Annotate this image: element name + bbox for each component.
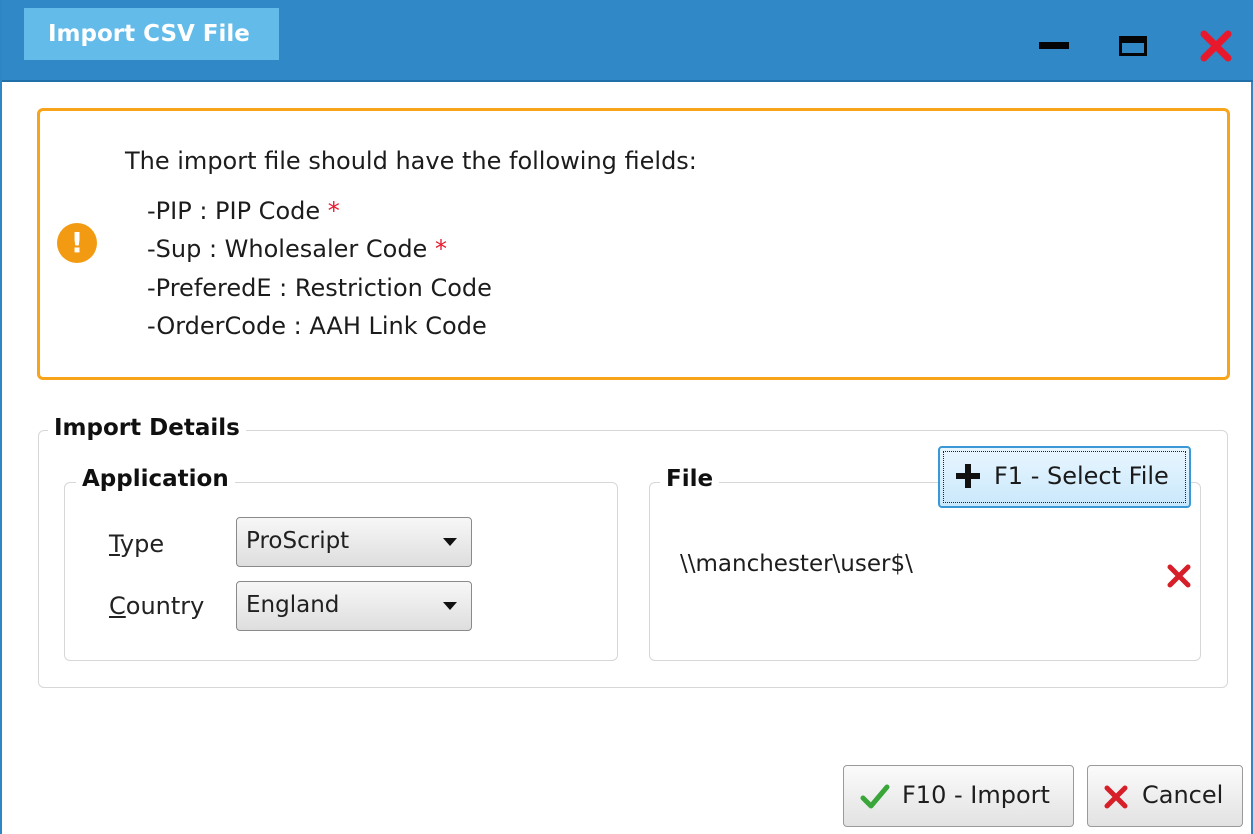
chevron-down-icon — [443, 602, 457, 610]
exclamation-icon: ! — [57, 223, 97, 263]
minimize-button[interactable] — [1037, 28, 1073, 64]
import-button[interactable]: F10 - Import — [843, 765, 1074, 827]
file-legend: File — [660, 466, 720, 492]
type-label-mnemonic: T — [109, 530, 120, 558]
required-mark: * — [327, 197, 340, 225]
field-item-preferede: -PreferedE : Restriction Code — [147, 274, 492, 302]
type-select-value: ProScript — [246, 528, 350, 554]
type-label-rest: ype — [119, 530, 165, 558]
requirements-heading: The import file should have the followin… — [125, 147, 697, 175]
close-icon — [1200, 30, 1232, 62]
field-text: -Sup : Wholesaler Code — [147, 235, 428, 263]
required-mark: * — [434, 235, 447, 263]
chevron-down-icon — [443, 538, 457, 546]
field-text: -OrderCode : AAH Link Code — [147, 312, 487, 340]
application-legend: Application — [76, 466, 235, 492]
import-csv-dialog: Import CSV File ! The import file should… — [0, 0, 1253, 834]
field-text: -PIP : PIP Code — [147, 197, 321, 225]
country-select[interactable]: England — [236, 581, 472, 631]
plus-icon-v — [965, 464, 971, 488]
window-title: Import CSV File — [24, 8, 279, 60]
plus-icon — [956, 464, 980, 488]
maximize-icon — [1119, 36, 1147, 56]
application-group — [64, 482, 618, 661]
country-label-rest: ountry — [125, 592, 205, 620]
maximize-button[interactable] — [1117, 28, 1153, 64]
field-text: -PreferedE : Restriction Code — [147, 274, 492, 302]
country-label-mnemonic: C — [109, 592, 126, 620]
title-bar[interactable]: Import CSV File — [2, 0, 1253, 82]
field-item-sup: -Sup : Wholesaler Code * — [147, 235, 447, 263]
field-item-ordercode: -OrderCode : AAH Link Code — [147, 312, 487, 340]
close-icon — [1167, 564, 1191, 588]
select-file-label: F1 - Select File — [994, 462, 1169, 490]
file-path-value: \\manchester\user$\ — [680, 551, 913, 577]
close-button[interactable] — [1198, 28, 1234, 64]
close-icon — [1104, 785, 1128, 809]
cancel-button-label: Cancel — [1142, 781, 1224, 809]
import-requirements-panel: ! The import file should have the follow… — [37, 108, 1230, 380]
cancel-button[interactable]: Cancel — [1087, 765, 1243, 827]
country-select-value: England — [246, 592, 340, 618]
select-file-button[interactable]: F1 - Select File — [938, 446, 1191, 508]
type-select[interactable]: ProScript — [236, 517, 472, 567]
minimize-icon — [1039, 42, 1069, 49]
type-label: Type — [109, 530, 164, 558]
import-details-legend: Import Details — [48, 415, 246, 441]
clear-file-button[interactable] — [1166, 563, 1192, 589]
field-item-pip: -PIP : PIP Code * — [147, 197, 340, 225]
country-label: Country — [109, 592, 204, 620]
import-button-label: F10 - Import — [902, 781, 1050, 809]
checkmark-icon — [860, 784, 890, 809]
